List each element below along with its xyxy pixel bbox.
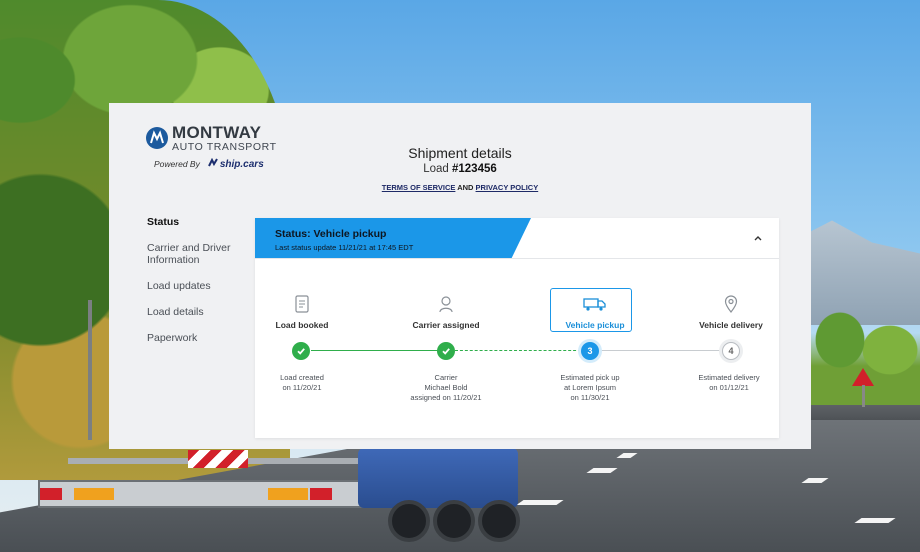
brand-name: MONTWAY xyxy=(172,123,262,142)
truck-wheel xyxy=(478,500,520,542)
step-load-booked: Load booked xyxy=(242,294,362,330)
step-1-complete-node xyxy=(292,342,310,360)
status-last-update: Last status update 11/21/21 at 17:45 EDT xyxy=(275,243,414,252)
step-label: Vehicle delivery xyxy=(699,320,763,330)
load-id: #123456 xyxy=(452,163,497,175)
progress-line-in-transit xyxy=(455,350,581,351)
truck-tail-light xyxy=(310,488,332,500)
shipment-panel: MONTWAY AUTO TRANSPORT Powered By ship.c… xyxy=(109,103,811,449)
truck-wheel xyxy=(388,500,430,542)
status-card: Status: Vehicle pickup Last status updat… xyxy=(255,218,779,438)
privacy-policy-link[interactable]: PRIVACY POLICY xyxy=(476,183,539,192)
load-number: Load #123456 xyxy=(109,163,811,175)
chevron-up-icon[interactable] xyxy=(751,231,765,245)
truck-warning-stripe xyxy=(188,450,248,468)
truck-amber-light xyxy=(74,488,114,500)
status-banner: Status: Vehicle pickup Last status updat… xyxy=(255,218,531,258)
truck-tail-light xyxy=(40,488,62,500)
step-desc-line: assigned on 11/20/21 xyxy=(410,393,482,402)
sidebar-nav: Status Carrier and Driver Information Lo… xyxy=(147,216,242,358)
sidebar-item-paperwork[interactable]: Paperwork xyxy=(147,332,242,344)
step-desc-line: Carrier xyxy=(434,373,458,382)
step-3-description: Estimated pick up at Lorem Ipsum on 11/3… xyxy=(535,373,645,403)
step-desc-line: Load created xyxy=(280,373,324,382)
step-desc-line: on 01/12/21 xyxy=(709,383,749,392)
step-vehicle-delivery: Vehicle delivery xyxy=(671,294,791,330)
trees-right xyxy=(810,300,920,410)
warning-sign xyxy=(852,368,874,386)
step-label: Load booked xyxy=(275,320,329,330)
sidebar-item-load-details[interactable]: Load details xyxy=(147,306,242,318)
step-4-description: Estimated delivery on 01/12/21 xyxy=(674,373,784,393)
street-pole xyxy=(88,300,92,440)
step-label: Carrier assigned xyxy=(412,320,480,330)
truck-wheel xyxy=(433,500,475,542)
status-title: Status: Vehicle pickup xyxy=(275,228,387,240)
progress-tracker: Load booked Load created on 11/20/21 Car… xyxy=(255,258,779,438)
document-icon xyxy=(242,294,362,314)
checkmark-icon xyxy=(297,348,305,355)
sidebar-item-status[interactable]: Status xyxy=(147,216,242,228)
step-1-description: Load created on 11/20/21 xyxy=(247,373,357,393)
step-vehicle-pickup[interactable]: Vehicle pickup xyxy=(535,288,655,332)
step-2-description: Carrier Michael Bold assigned on 11/20/2… xyxy=(391,373,501,403)
step-desc-line: Michael Bold xyxy=(424,383,468,392)
step-carrier-assigned: Carrier assigned xyxy=(386,294,506,330)
page-header: Shipment details Load #123456 xyxy=(109,145,811,175)
step-desc-line: on 11/20/21 xyxy=(282,383,322,392)
location-pin-icon xyxy=(671,294,791,314)
checkmark-icon xyxy=(442,348,450,355)
sign-post xyxy=(862,385,865,407)
step-label: Vehicle pickup xyxy=(565,320,625,330)
terms-of-service-link[interactable]: TERMS OF SERVICE xyxy=(382,183,456,192)
person-icon xyxy=(386,294,506,314)
status-card-header[interactable]: Status: Vehicle pickup Last status updat… xyxy=(255,218,779,259)
progress-line-complete xyxy=(311,350,446,351)
step-desc-line: Estimated pick up xyxy=(560,373,620,382)
legal-links: TERMS OF SERVICE AND PRIVACY POLICY xyxy=(109,183,811,192)
page-title: Shipment details xyxy=(408,145,512,161)
load-prefix: Load xyxy=(423,163,452,175)
sidebar-item-carrier-driver[interactable]: Carrier and Driver Information xyxy=(147,242,242,266)
step-4-pending-node: 4 xyxy=(722,342,740,360)
legal-and: AND xyxy=(455,183,476,192)
truck-icon xyxy=(535,294,655,314)
step-desc-line: at Lorem Ipsum xyxy=(563,383,617,392)
step-3-current-node: 3 xyxy=(581,342,599,360)
lane-marking xyxy=(854,518,896,523)
progress-line-pending xyxy=(599,350,722,351)
sidebar-item-load-updates[interactable]: Load updates xyxy=(147,280,242,292)
step-desc-line: on 11/30/21 xyxy=(570,393,610,402)
truck-trailer xyxy=(358,448,518,508)
step-2-complete-node xyxy=(437,342,455,360)
step-desc-line: Estimated delivery xyxy=(698,373,760,382)
truck-amber-light xyxy=(268,488,308,500)
car-carrier-truck xyxy=(38,440,528,542)
